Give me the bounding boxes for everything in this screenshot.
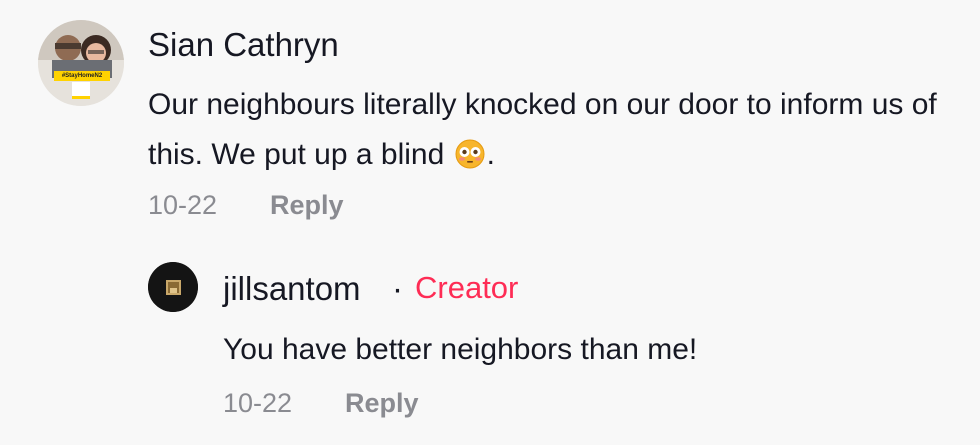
- comment-username[interactable]: Sian Cathryn: [148, 26, 339, 64]
- creator-badge: Creator: [415, 270, 519, 305]
- flushed-face-emoji-icon: [455, 135, 485, 169]
- avatar-badge-text: #StayHomeN2: [61, 73, 103, 79]
- avatar[interactable]: #StayHomeN2: [38, 20, 124, 106]
- comment-text-end: .: [486, 138, 495, 171]
- separator-dot: ·: [392, 270, 403, 307]
- avatar-photo: [38, 20, 124, 106]
- comment-text-body: Our neighbours literally knocked on our …: [148, 88, 937, 171]
- reply-text: You have better neighbors than me!: [223, 333, 698, 366]
- reply-avatar-photo: [148, 262, 198, 312]
- reply-avatar[interactable]: [148, 262, 198, 312]
- comment-text: Our neighbours literally knocked on our …: [148, 80, 968, 180]
- reply-reply-button[interactable]: Reply: [345, 388, 419, 419]
- comment-date: 10-22: [148, 190, 218, 220]
- reply-date: 10-22: [223, 388, 293, 418]
- reply-button[interactable]: Reply: [270, 190, 344, 221]
- reply-username[interactable]: jillsantom: [223, 270, 361, 308]
